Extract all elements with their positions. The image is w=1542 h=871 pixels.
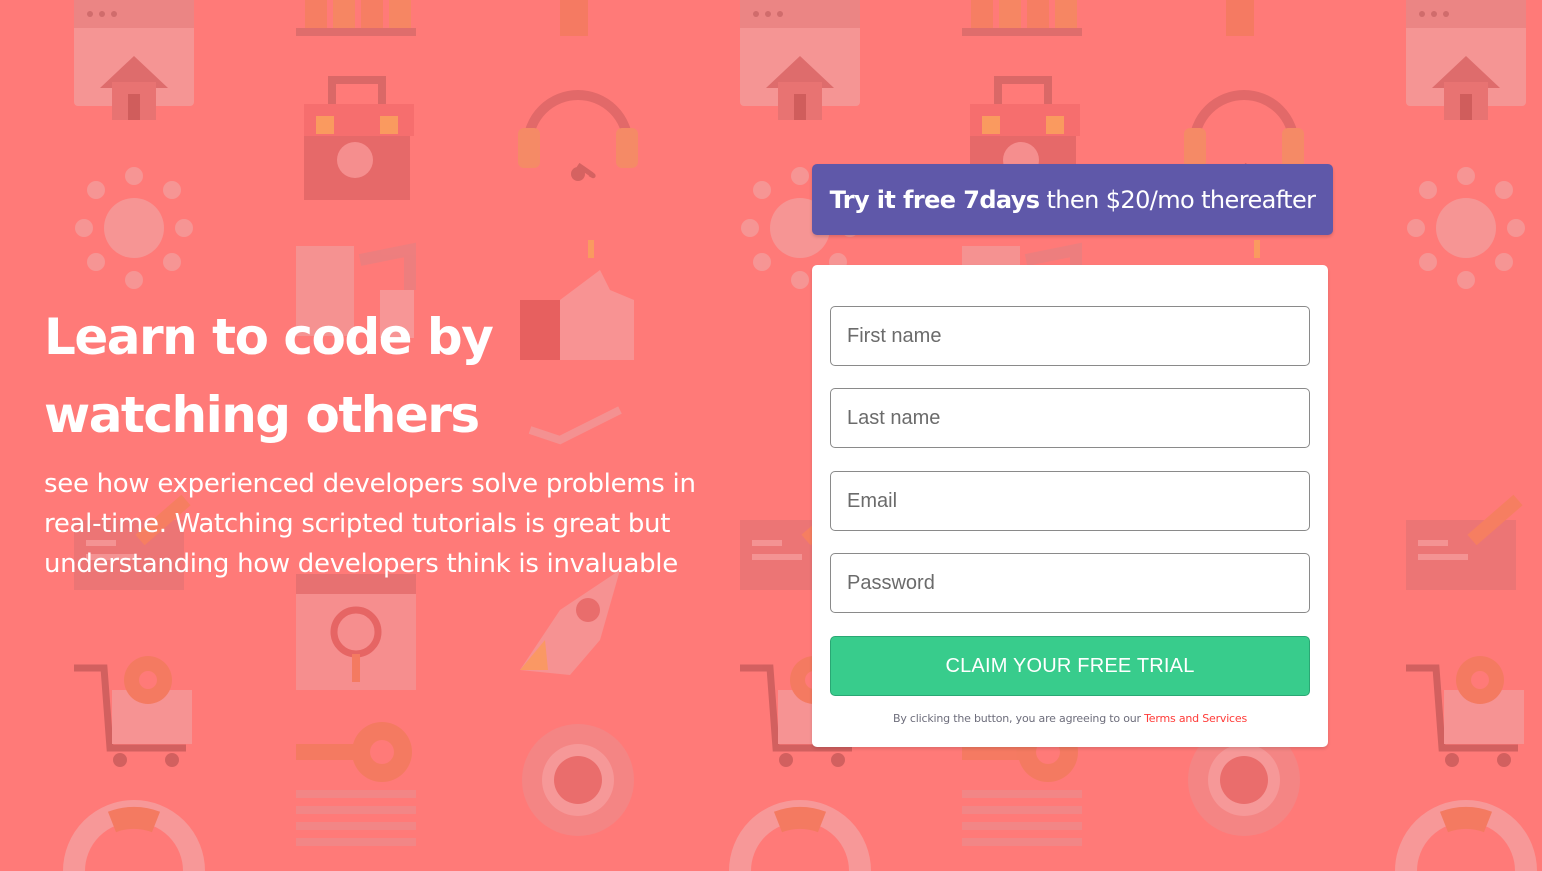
terms-notice: By clicking the button, you are agreeing… [812, 712, 1328, 725]
claim-free-trial-button[interactable]: CLAIM YOUR FREE TRIAL [830, 636, 1310, 696]
hero-section: Learn to code by watching others see how… [44, 298, 724, 584]
promo-banner: Try it free 7days then $20/mo thereafter [812, 164, 1333, 235]
password-input[interactable] [830, 553, 1310, 613]
terms-prefix: By clicking the button, you are agreeing… [892, 712, 1141, 725]
first-name-input[interactable] [830, 306, 1310, 366]
promo-bold-text: Try it free 7days [829, 185, 1040, 214]
last-name-input[interactable] [830, 388, 1310, 448]
signup-form-card: CLAIM YOUR FREE TRIAL By clicking the bu… [812, 265, 1328, 747]
terms-link[interactable]: Terms and Services [1144, 712, 1247, 725]
promo-rest-text: then $20/mo thereafter [1046, 185, 1316, 214]
hero-description: see how experienced developers solve pro… [44, 469, 696, 579]
hero-title: Learn to code by watching others [44, 308, 494, 444]
email-input[interactable] [830, 471, 1310, 531]
